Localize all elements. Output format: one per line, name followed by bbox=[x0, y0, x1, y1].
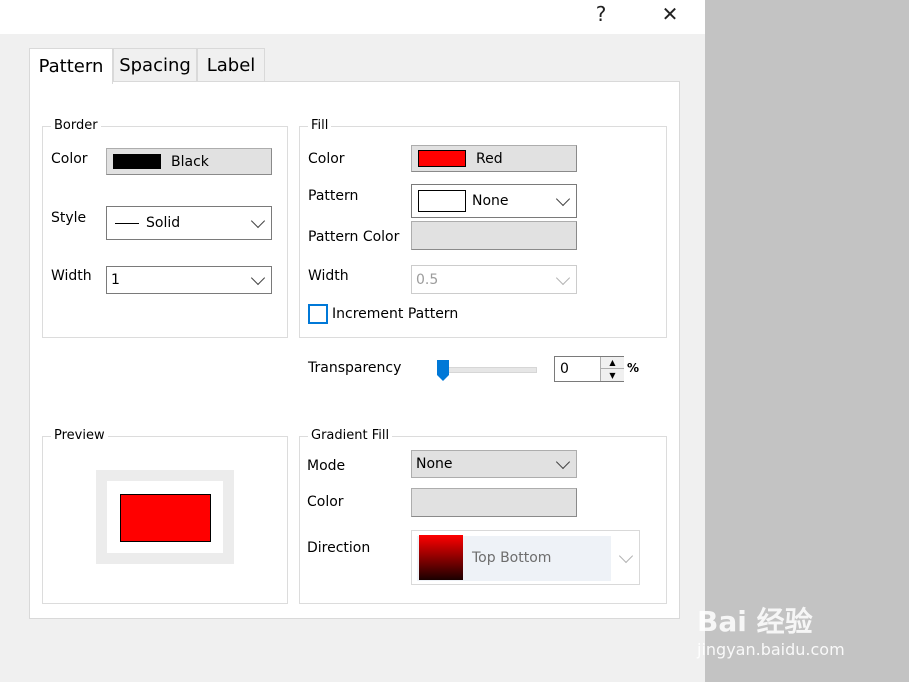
border-style-label: Style bbox=[51, 210, 87, 226]
transparency-spinner[interactable]: ▲ ▼ bbox=[600, 357, 624, 381]
gradient-color-label: Color bbox=[307, 494, 344, 510]
tab-pattern[interactable]: Pattern bbox=[29, 48, 113, 84]
gradient-color-button[interactable] bbox=[411, 488, 577, 517]
border-width-label: Width bbox=[51, 268, 92, 284]
transparency-value: 0 bbox=[560, 361, 569, 377]
gradient-group-title: Gradient Fill bbox=[308, 429, 393, 443]
preview-rectangle bbox=[120, 494, 211, 542]
pattern-color-label: Pattern Color bbox=[308, 229, 400, 245]
watermark-url: jingyan.baidu.com bbox=[697, 640, 845, 659]
border-color-label: Color bbox=[51, 151, 88, 167]
gradient-swatch bbox=[419, 535, 463, 580]
gradient-mode-value: None bbox=[416, 456, 453, 472]
spin-up-icon[interactable]: ▲ bbox=[601, 357, 624, 369]
fill-width-value: 0.5 bbox=[416, 271, 439, 288]
gradient-direction-label: Direction bbox=[307, 540, 371, 556]
chevron-down-icon bbox=[250, 213, 266, 229]
pattern-color-button[interactable] bbox=[411, 221, 577, 250]
pattern-swatch bbox=[418, 190, 466, 212]
chevron-down-icon bbox=[250, 270, 266, 286]
border-style-select[interactable]: Solid bbox=[106, 206, 272, 240]
chevron-down-icon bbox=[618, 548, 634, 563]
border-width-select[interactable]: 1 bbox=[106, 266, 272, 294]
fill-pattern-select[interactable]: None bbox=[411, 184, 577, 218]
fill-color-value: Red bbox=[476, 150, 503, 167]
increment-pattern-label: Increment Pattern bbox=[332, 306, 459, 322]
fill-color-swatch bbox=[418, 150, 466, 167]
gradient-mode-select[interactable]: None bbox=[411, 450, 577, 478]
solid-line-icon bbox=[115, 222, 139, 224]
transparency-label: Transparency bbox=[308, 360, 402, 376]
fill-width-select[interactable]: 0.5 bbox=[411, 265, 577, 294]
border-color-button[interactable]: Black bbox=[106, 148, 272, 175]
title-bar: ? ✕ bbox=[0, 0, 705, 34]
border-group-title: Border bbox=[51, 119, 101, 133]
fill-pattern-label: Pattern bbox=[308, 188, 359, 204]
watermark-brand: Bai 经验 bbox=[697, 605, 813, 638]
transparency-slider-track[interactable] bbox=[437, 367, 537, 373]
chevron-down-icon bbox=[555, 191, 571, 207]
fill-width-label: Width bbox=[308, 268, 349, 284]
gradient-direction-select[interactable]: Top Bottom bbox=[411, 530, 640, 585]
tab-spacing[interactable]: Spacing bbox=[113, 48, 197, 82]
increment-pattern-checkbox[interactable] bbox=[308, 304, 328, 324]
border-width-value: 1 bbox=[111, 272, 120, 288]
gradient-direction-value: Top Bottom bbox=[472, 549, 552, 566]
border-color-value: Black bbox=[171, 153, 209, 170]
tab-label[interactable]: Label bbox=[197, 48, 265, 82]
preview-group-title: Preview bbox=[51, 429, 108, 443]
transparency-slider-thumb[interactable] bbox=[437, 360, 449, 382]
transparency-unit: % bbox=[627, 361, 640, 375]
border-style-value: Solid bbox=[146, 215, 181, 231]
fill-pattern-value: None bbox=[472, 193, 509, 209]
border-color-swatch bbox=[113, 154, 161, 169]
help-button[interactable]: ? bbox=[578, 0, 624, 28]
chevron-down-icon bbox=[555, 270, 571, 285]
close-button[interactable]: ✕ bbox=[647, 0, 693, 28]
fill-group-title: Fill bbox=[308, 119, 332, 133]
chevron-down-icon bbox=[555, 454, 571, 470]
gradient-mode-label: Mode bbox=[307, 458, 346, 474]
fill-color-button[interactable]: Red bbox=[411, 145, 577, 172]
fill-color-label: Color bbox=[308, 151, 345, 167]
spin-down-icon[interactable]: ▼ bbox=[601, 369, 624, 381]
